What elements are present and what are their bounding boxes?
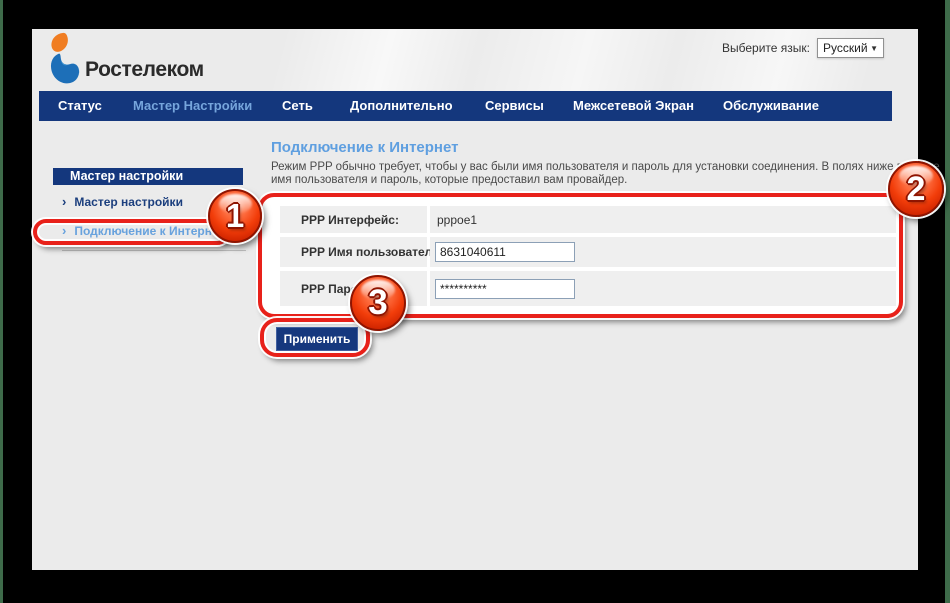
apply-button[interactable]: Применить [276, 327, 358, 351]
ppp-interface-label: PPP Интерфейс: [280, 206, 427, 233]
nav-item-status[interactable]: Статус [58, 91, 102, 121]
form-row-interface: PPP Интерфейс: pppoe1 [280, 206, 896, 233]
ppp-interface-value: pppoe1 [430, 206, 896, 233]
language-label: Выберите язык: [690, 41, 810, 55]
logo-text: Ростелеком [85, 58, 204, 82]
left-edge-strip [0, 0, 3, 603]
ppp-username-input[interactable] [435, 242, 575, 262]
language-value: Русский [823, 41, 868, 55]
step-number: 2 [907, 170, 926, 209]
ppp-password-cell [430, 271, 896, 306]
page-title: Подключение к Интернет [271, 139, 459, 156]
nav-item-firewall[interactable]: Межсетевой Экран [573, 91, 694, 121]
annotation-step-3: 3 [350, 275, 406, 331]
step-number: 1 [226, 197, 244, 235]
sidebar-divider [62, 250, 246, 251]
annotation-rect-sidebar [33, 219, 230, 245]
language-select[interactable]: Русский ▼ [817, 38, 884, 58]
main-nav: Статус Мастер Настройки Сеть Дополнитель… [39, 91, 892, 121]
rostelecom-logo-icon [48, 32, 82, 84]
nav-item-wizard[interactable]: Мастер Настройки [133, 91, 252, 121]
nav-item-services[interactable]: Сервисы [485, 91, 544, 121]
sidebar-item-wizard[interactable]: › Мастер настройки [62, 194, 183, 210]
nav-item-maintenance[interactable]: Обслуживание [723, 91, 819, 121]
page-description: Режим PPP обычно требует, чтобы у вас бы… [271, 161, 911, 187]
rostelecom-logo: Ростелеком [48, 32, 204, 84]
step-number: 3 [368, 283, 387, 323]
right-edge-strip [945, 0, 950, 603]
dropdown-arrow-icon: ▼ [870, 44, 878, 53]
nav-item-network[interactable]: Сеть [282, 91, 313, 121]
form-row-username: PPP Имя пользователя: [280, 237, 896, 267]
ppp-username-label: PPP Имя пользователя: [280, 237, 427, 267]
sidebar-header: Мастер настройки [53, 168, 243, 185]
sidebar-item-label: Мастер настройки [74, 195, 183, 209]
annotation-step-1: 1 [208, 189, 262, 243]
nav-item-advanced[interactable]: Дополнительно [350, 91, 453, 121]
bullet-icon: › [62, 194, 66, 209]
annotation-step-2: 2 [888, 161, 944, 217]
description-line: имя пользователя и пароль, которые предо… [271, 174, 911, 187]
description-line: Режим PPP обычно требует, чтобы у вас бы… [271, 161, 911, 174]
ppp-username-cell [430, 237, 896, 267]
screen: Ростелеком Выберите язык: Русский ▼ Стат… [0, 0, 950, 603]
ppp-password-input[interactable] [435, 279, 575, 299]
